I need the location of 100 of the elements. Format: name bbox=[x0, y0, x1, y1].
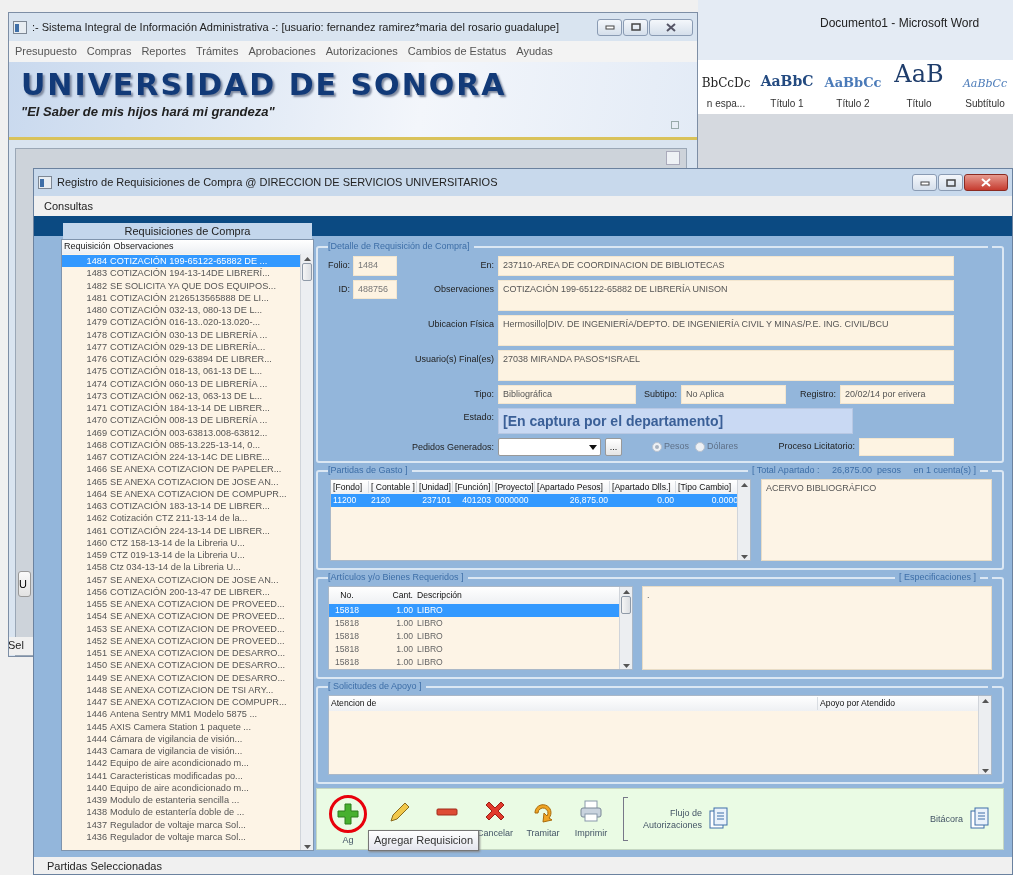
list-row[interactable]: 1465 SE ANEXA COTIZACION DE JOSE AN... bbox=[62, 475, 300, 488]
menu-item[interactable]: Consultas bbox=[44, 200, 93, 212]
list-row[interactable]: 1463 COTIZACIÓN 183-13-14 DE LIBRER... bbox=[62, 500, 300, 513]
list-row[interactable]: 1455 SE ANEXA COTIZACION DE PROVEED... bbox=[62, 598, 300, 611]
list-row[interactable]: 1478 COTIZACIÓN 030-13 DE LIBRERÍA ... bbox=[62, 328, 300, 341]
scroll-down-icon[interactable] bbox=[740, 555, 748, 560]
list-row[interactable]: 1460 CTZ 158-13-14 de la Libreria U... bbox=[62, 536, 300, 549]
column-header[interactable]: [ Contable ] bbox=[369, 480, 417, 494]
style-sample[interactable]: BbCcDc bbox=[701, 62, 751, 92]
scroll-thumb[interactable] bbox=[621, 596, 631, 614]
column-header[interactable]: Atencion de bbox=[329, 697, 818, 710]
add-button[interactable]: Ag bbox=[329, 794, 367, 848]
list-row[interactable]: 1444 Cámara de vigilancia de visión... bbox=[62, 732, 300, 745]
browse-button[interactable]: ... bbox=[605, 438, 622, 456]
column-header[interactable]: [Fondo] bbox=[331, 480, 369, 494]
list-row[interactable]: 1452 SE ANEXA COTIZACION DE PROVEED... bbox=[62, 634, 300, 647]
list-row[interactable]: 1457 SE ANEXA COTIZACION DE JOSE AN... bbox=[62, 573, 300, 586]
text-area[interactable]: . bbox=[642, 586, 992, 670]
list-row[interactable]: 1445 AXIS Camera Station 1 paquete ... bbox=[62, 720, 300, 733]
column-header[interactable]: [Proyecto] bbox=[493, 480, 535, 494]
text-field[interactable]: 1484 bbox=[353, 256, 397, 276]
list-row[interactable]: 1442 Equipo de aire acondicionado m... bbox=[62, 757, 300, 770]
scroll-down-icon[interactable] bbox=[981, 769, 989, 774]
list-row[interactable]: 1440 Equipo de aire acondicionado m... bbox=[62, 781, 300, 794]
list-row[interactable]: 1471 COTIZACIÓN 184-13-14 DE LIBRER... bbox=[62, 402, 300, 415]
menu-item[interactable]: Reportes bbox=[141, 43, 187, 60]
style-sample[interactable]: AaBbCc bbox=[962, 62, 1008, 92]
list-row[interactable]: 1449 SE ANEXA COTIZACION DE DESARRO... bbox=[62, 671, 300, 684]
table-row[interactable]: 15818 1.00 LIBRO bbox=[329, 643, 619, 656]
scroll-thumb[interactable] bbox=[302, 263, 312, 281]
list-row[interactable]: 1453 SE ANEXA COTIZACION DE PROVEED... bbox=[62, 622, 300, 635]
list-row[interactable]: 1466 SE ANEXA COTIZACION DE PAPELER... bbox=[62, 463, 300, 476]
list-row[interactable]: 1462 Cotización CTZ 211-13-14 de la... bbox=[62, 512, 300, 525]
minimize-button[interactable] bbox=[597, 18, 622, 36]
list-row[interactable]: 1441 Caracteristicas modificadas po... bbox=[62, 769, 300, 782]
menu-item[interactable]: Presupuesto bbox=[15, 43, 77, 60]
list-row[interactable]: 1480 COTIZACIÓN 032-13, 080-13 DE L... bbox=[62, 304, 300, 317]
scroll-down-icon[interactable] bbox=[622, 664, 630, 669]
scroll-down-icon[interactable] bbox=[303, 845, 311, 850]
column-header[interactable]: No. bbox=[329, 589, 365, 602]
close-button[interactable] bbox=[964, 174, 1008, 191]
style-sample[interactable]: AaBbCc bbox=[824, 62, 882, 92]
menu-item[interactable]: Trámites bbox=[196, 43, 239, 60]
column-header[interactable]: Cant. bbox=[365, 589, 415, 602]
column-header[interactable]: [Apartado Pesos] bbox=[535, 480, 610, 494]
scroll-up-icon[interactable] bbox=[622, 589, 630, 594]
column-header[interactable]: Apoyo por Atendido bbox=[818, 697, 978, 710]
minimize-button[interactable] bbox=[912, 174, 937, 191]
list-row[interactable]: 1464 SE ANEXA COTIZACION DE COMPUPR... bbox=[62, 487, 300, 500]
column-header[interactable]: [Función] bbox=[453, 480, 493, 494]
list-row[interactable]: 1461 COTIZACIÓN 224-13-14 DE LIBRER... bbox=[62, 524, 300, 537]
text-field[interactable] bbox=[859, 438, 954, 456]
maximize-button[interactable] bbox=[623, 18, 648, 36]
table-row[interactable]: 15818 1.00 LIBRO bbox=[329, 617, 619, 630]
maximize-button[interactable] bbox=[938, 174, 963, 191]
menu-item[interactable]: Cambios de Estatus bbox=[407, 43, 507, 60]
list-row[interactable]: 1454 SE ANEXA COTIZACION DE PROVEED... bbox=[62, 610, 300, 623]
menu-item[interactable]: Autorizaciones bbox=[325, 43, 398, 60]
close-button[interactable] bbox=[649, 18, 693, 36]
column-header[interactable]: Observaciones bbox=[113, 240, 174, 254]
list-row[interactable]: 1479 COTIZACIÓN 016-13..020-13.020-... bbox=[62, 316, 300, 329]
dropdown[interactable] bbox=[498, 438, 601, 456]
text-area[interactable]: 27038 MIRANDA PASOS*ISRAEL bbox=[498, 349, 954, 381]
table-row[interactable]: 15818 1.00 LIBRO bbox=[329, 656, 619, 669]
list-row[interactable]: 1473 COTIZACIÓN 062-13, 063-13 DE L... bbox=[62, 389, 300, 402]
list-row[interactable]: 1447 SE ANEXA COTIZACION DE COMPUPR... bbox=[62, 696, 300, 709]
list-row[interactable]: 1448 SE ANEXA COTIZACION DE TSI ARY... bbox=[62, 683, 300, 696]
style-sample[interactable]: AaBbC bbox=[760, 62, 814, 92]
scroll-up-icon[interactable] bbox=[303, 256, 311, 261]
list-row[interactable]: 1438 Modulo de estantería doble de ... bbox=[62, 806, 300, 819]
list-row[interactable]: 1456 COTIZACIÓN 200-13-47 DE LIBRER... bbox=[62, 585, 300, 598]
scroll-up-icon[interactable] bbox=[740, 482, 748, 487]
list-row[interactable]: 1450 SE ANEXA COTIZACION DE DESARRO... bbox=[62, 659, 300, 672]
list-row[interactable]: 1439 Modulo de estanteria sencilla ... bbox=[62, 794, 300, 807]
list-row[interactable]: 1483 COTIZACIÓN 194-13-14DE LIBRERÍ... bbox=[62, 267, 300, 280]
list-row[interactable]: 1469 COTIZACIÓN 003-63813.008-63812... bbox=[62, 426, 300, 439]
list-row[interactable]: 1470 COTIZACIÓN 008-13 DE LIBRERÍA ... bbox=[62, 414, 300, 427]
text-area[interactable]: ACERVO BIBLIOGRÁFICO bbox=[761, 479, 992, 561]
list-row[interactable]: 1481 COTIZACIÓN 2126513565888 DE LI... bbox=[62, 291, 300, 304]
button[interactable]: U bbox=[18, 571, 31, 597]
list-row[interactable]: 1482 SE SOLICITA YA QUE DOS EQUIPOS... bbox=[62, 279, 300, 292]
panel-tab[interactable]: Requisiciones de Compra bbox=[63, 223, 312, 239]
list-row[interactable]: 1443 Camara de vigilancia de visión... bbox=[62, 745, 300, 758]
menu-item[interactable]: Ayudas bbox=[516, 43, 553, 60]
list-row[interactable]: 1476 COTIZACIÓN 029-63894 DE LIBRER... bbox=[62, 353, 300, 366]
text-field[interactable]: 20/02/14 por erivera bbox=[840, 384, 954, 404]
list-row[interactable]: 1477 COTIZACIÓN 029-13 DE LIBRERÍA... bbox=[62, 340, 300, 353]
text-field[interactable]: 488756 bbox=[353, 279, 397, 299]
list-row[interactable]: 1459 CTZ 019-13-14 de la Libreria U... bbox=[62, 549, 300, 562]
list-row[interactable]: 1437 Regulador de voltaje marca Sol... bbox=[62, 818, 300, 831]
column-header[interactable]: Requisición bbox=[64, 240, 111, 254]
column-header[interactable]: [Unidad] bbox=[417, 480, 453, 494]
text-field[interactable]: No Aplica bbox=[681, 384, 787, 404]
list-row[interactable]: 1474 COTIZACIÓN 060-13 DE LIBRERÍA ... bbox=[62, 377, 300, 390]
print-button[interactable]: Imprimir bbox=[569, 797, 613, 841]
list-row[interactable]: 1458 Ctz 034-13-14 de la Libreria U... bbox=[62, 561, 300, 574]
list-row[interactable]: 1475 COTIZACIÓN 018-13, 061-13 DE L... bbox=[62, 365, 300, 378]
list-row[interactable]: 1436 Regulador de voltaje marca Sol... bbox=[62, 830, 300, 843]
menu-item[interactable]: Aprobaciones bbox=[248, 43, 316, 60]
text-field[interactable]: 237110-AREA DE COORDINACION DE BIBLIOTECAS bbox=[498, 256, 954, 276]
